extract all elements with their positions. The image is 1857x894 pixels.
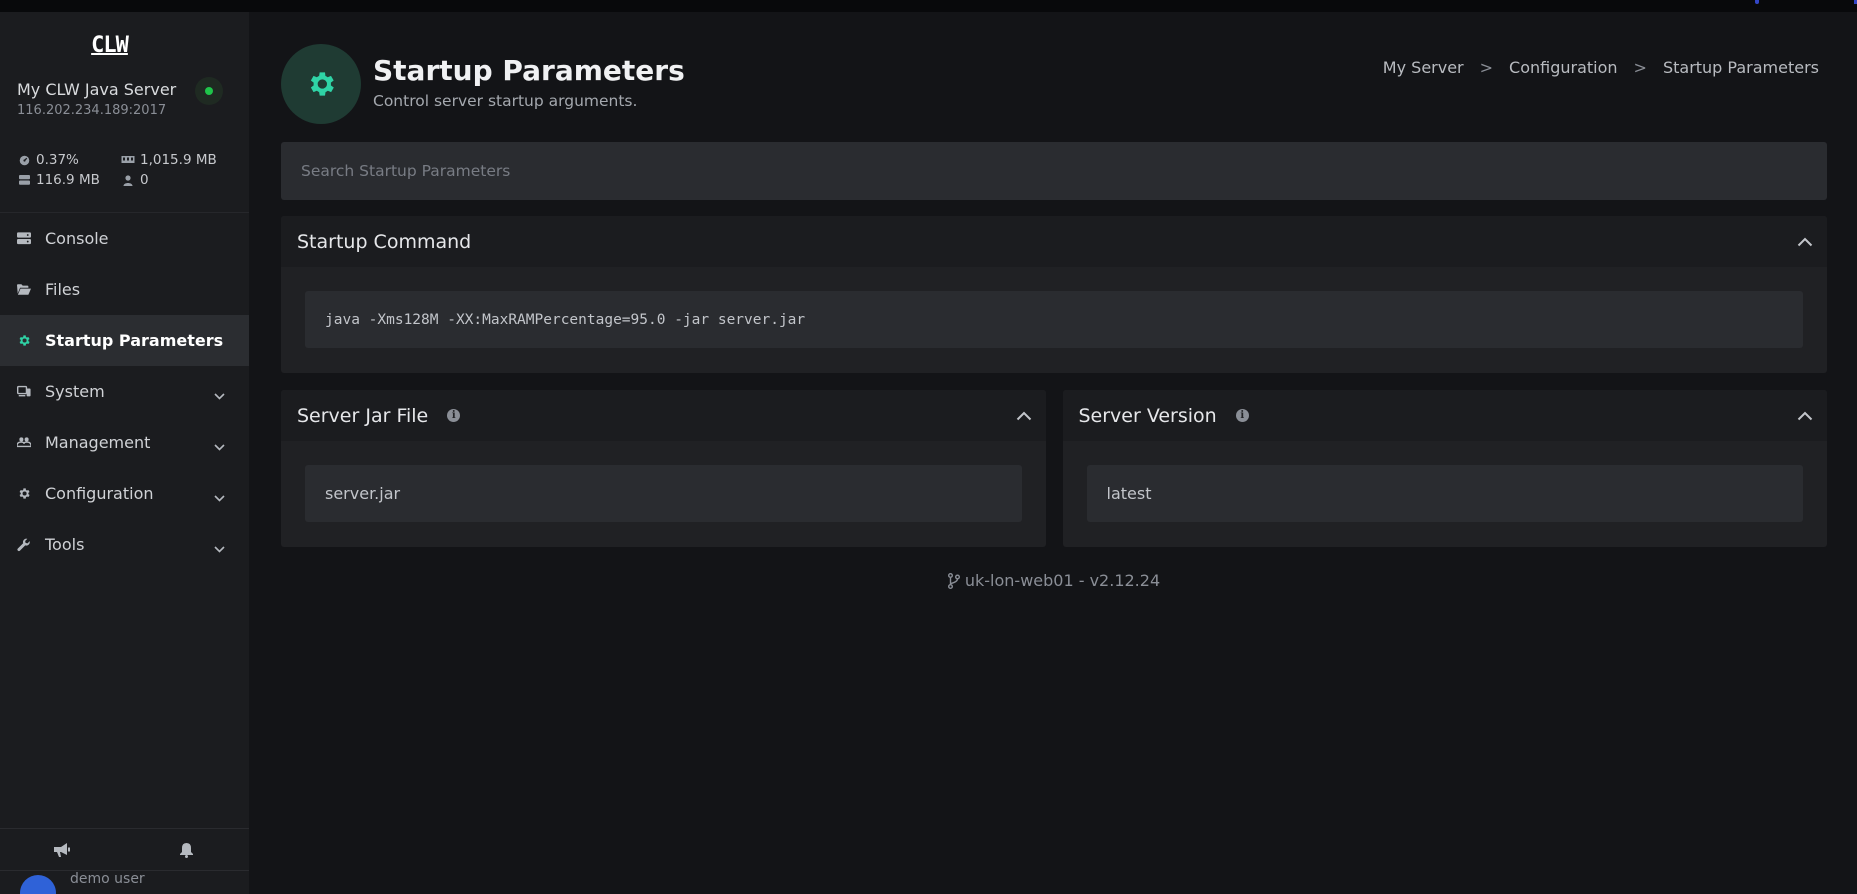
memory-icon — [121, 154, 135, 166]
chevron-down-icon — [214, 487, 225, 506]
disk-stat: 116.9 MB — [17, 172, 121, 188]
card-row: Server Jar File i server.jar Server Vers… — [281, 390, 1827, 547]
disk-value: 116.9 MB — [36, 172, 100, 188]
devices-icon — [17, 385, 31, 399]
players-stat: 0 — [121, 172, 241, 188]
breadcrumb: My Server > Configuration > Startup Para… — [1383, 58, 1819, 77]
card-body: latest — [1063, 441, 1828, 546]
chevron-up-icon[interactable] — [1797, 232, 1813, 251]
sidebar-footer: demo user — [0, 828, 249, 894]
gear-icon — [17, 334, 31, 348]
hard-drive-icon — [17, 174, 31, 186]
sidebar-item-label: Startup Parameters — [45, 331, 224, 350]
chevron-up-icon[interactable] — [1016, 406, 1032, 425]
gear-icon — [17, 487, 31, 501]
server-jar-card: Server Jar File i server.jar — [281, 390, 1046, 547]
avatar — [20, 875, 56, 894]
card-header[interactable]: Server Version i — [1062, 390, 1827, 441]
memory-stat: 1,015.9 MB — [121, 152, 241, 168]
server-jar-field[interactable]: server.jar — [305, 465, 1022, 522]
sidebar-item-label: Files — [45, 280, 81, 299]
user-name: demo user — [70, 871, 145, 887]
sidebar-item-label: System — [45, 382, 105, 401]
server-version-field[interactable]: latest — [1086, 465, 1803, 522]
megaphone-icon[interactable] — [0, 829, 125, 870]
chevron-down-icon — [214, 436, 225, 455]
server-address: 116.202.234.189:2017 — [17, 103, 167, 118]
server-version-card: Server Version i latest — [1062, 390, 1828, 547]
search-box — [281, 142, 1827, 200]
user-menu[interactable]: demo user — [0, 870, 249, 894]
logo[interactable]: CLW — [0, 12, 249, 78]
users-gear-icon — [17, 436, 31, 450]
info-icon[interactable]: i — [447, 409, 461, 422]
sidebar-item-console[interactable]: Console — [0, 213, 249, 264]
breadcrumb-item-my-server[interactable]: My Server — [1383, 58, 1464, 77]
page-header: Startup Parameters Control server startu… — [281, 12, 1827, 142]
server-status-indicator — [195, 77, 223, 105]
bell-icon[interactable] — [125, 829, 250, 870]
sidebar-item-management[interactable]: Management — [0, 417, 249, 468]
sidebar-footer-actions — [0, 828, 249, 870]
card-title: Server Jar File — [297, 404, 429, 427]
startup-command-value[interactable]: java -Xms128M -XX:MaxRAMPercentage=95.0 … — [305, 291, 1803, 348]
memory-value: 1,015.9 MB — [140, 152, 217, 168]
gear-icon — [310, 72, 334, 96]
sidebar-item-tools[interactable]: Tools — [0, 519, 249, 570]
sidebar-item-system[interactable]: System — [0, 366, 249, 417]
card-body: java -Xms128M -XX:MaxRAMPercentage=95.0 … — [281, 267, 1827, 372]
version-footer: uk-lon-web01 - v2.12.24 — [281, 571, 1827, 590]
sidebar-item-configuration[interactable]: Configuration — [0, 468, 249, 519]
search-input[interactable] — [301, 162, 1807, 180]
page-icon — [281, 44, 361, 124]
version-text: uk-lon-web01 - v2.12.24 — [964, 571, 1161, 590]
sidebar-item-files[interactable]: Files — [0, 264, 249, 315]
sidebar-item-startup-parameters[interactable]: Startup Parameters — [0, 315, 249, 366]
info-icon[interactable]: i — [1235, 409, 1249, 422]
sidebar: CLW My CLW Java Server 116.202.234.189:2… — [0, 12, 249, 894]
sidebar-item-label: Configuration — [45, 484, 154, 503]
cpu-value: 0.37% — [36, 152, 79, 168]
server-stats: 0.37% 1,015.9 MB 116.9 MB 0 — [0, 152, 249, 212]
top-accent — [1755, 0, 1759, 4]
breadcrumb-separator: > — [1479, 58, 1494, 77]
main-content: Startup Parameters Control server startu… — [281, 12, 1827, 590]
card-header[interactable]: Server Jar File i — [281, 390, 1046, 441]
top-bar — [0, 0, 1857, 12]
chevron-down-icon — [214, 385, 225, 404]
breadcrumb-item-configuration[interactable]: Configuration — [1509, 58, 1618, 77]
chevron-down-icon — [214, 538, 225, 557]
chevron-up-icon[interactable] — [1797, 406, 1813, 425]
sidebar-nav: Console Files Startup Parameters System — [0, 213, 249, 570]
folder-open-icon — [17, 283, 31, 297]
players-value: 0 — [140, 172, 149, 188]
card-body: server.jar — [281, 441, 1046, 546]
sidebar-item-label: Console — [45, 229, 109, 248]
code-branch-icon — [947, 572, 960, 589]
sidebar-item-label: Tools — [45, 535, 85, 554]
breadcrumb-item-current: Startup Parameters — [1662, 58, 1819, 77]
server-icon — [17, 232, 31, 246]
wrench-icon — [17, 538, 31, 552]
user-icon — [121, 174, 135, 186]
card-header[interactable]: Startup Command — [281, 216, 1827, 267]
sidebar-item-label: Management — [45, 433, 151, 452]
startup-command-card: Startup Command java -Xms128M -XX:MaxRAM… — [281, 216, 1827, 373]
cpu-stat: 0.37% — [17, 152, 121, 168]
card-title: Startup Command — [297, 230, 472, 253]
gauge-icon — [17, 154, 31, 166]
server-info: My CLW Java Server 116.202.234.189:2017 — [0, 77, 249, 152]
breadcrumb-separator: > — [1633, 58, 1647, 77]
card-title: Server Version — [1078, 404, 1217, 427]
online-dot-icon — [205, 87, 213, 95]
page-title: Startup Parameters — [373, 54, 685, 87]
logo-text: CLW — [91, 32, 129, 58]
page-subtitle: Control server startup arguments. — [373, 92, 638, 110]
